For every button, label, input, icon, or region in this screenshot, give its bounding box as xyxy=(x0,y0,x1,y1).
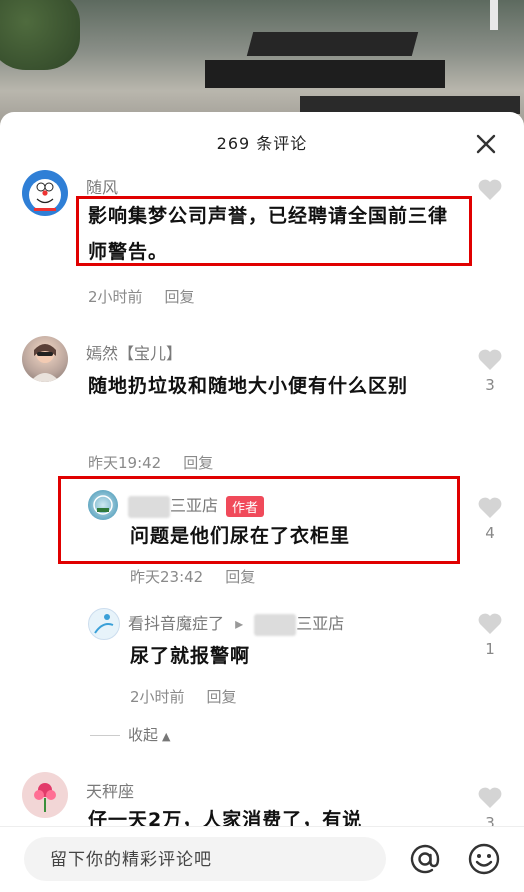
person-avatar-icon xyxy=(30,344,60,382)
reply-meta: 昨天23:42 回复 xyxy=(130,566,255,587)
comment-sheet: 269 条评论 随风 影响集梦公司声誉，已经聘请全国前三律师警告。 2小时前 回复 xyxy=(0,112,524,891)
highlight-box xyxy=(58,476,460,564)
pole-image xyxy=(490,0,498,30)
comment-meta: 昨天19:42 回复 xyxy=(88,452,213,473)
like-button[interactable]: 1 xyxy=(476,612,504,658)
comment-author[interactable]: 嫣然【宝儿】 xyxy=(86,340,182,364)
reply-button[interactable]: 回复 xyxy=(165,288,195,306)
highlight-box xyxy=(76,196,472,266)
comment-input-bar xyxy=(0,826,524,892)
tree-image xyxy=(0,0,80,70)
like-button[interactable] xyxy=(476,178,504,202)
avatar[interactable] xyxy=(22,336,68,382)
reply-meta: 2小时前 回复 xyxy=(130,686,237,707)
reply-button[interactable]: 回复 xyxy=(183,454,213,472)
background-video xyxy=(0,0,524,130)
blurred-name xyxy=(254,613,297,636)
heart-icon xyxy=(478,787,502,808)
like-count: 4 xyxy=(485,524,495,542)
bench-image xyxy=(246,32,419,56)
flower-avatar-icon xyxy=(34,783,56,812)
heart-icon xyxy=(478,179,502,200)
emoji-icon[interactable] xyxy=(466,841,502,877)
heart-icon xyxy=(478,349,502,370)
like-button[interactable]: 3 xyxy=(476,348,504,394)
avatar[interactable] xyxy=(88,608,120,640)
avatar[interactable] xyxy=(22,170,68,216)
reply-arrow-icon: ▸ xyxy=(235,614,244,633)
comment-meta: 2小时前 回复 xyxy=(88,286,195,307)
doraemon-avatar-icon xyxy=(29,179,61,211)
reply-text: 尿了就报警啊 xyxy=(130,645,251,667)
heart-icon xyxy=(478,497,502,518)
avatar[interactable] xyxy=(22,772,68,818)
like-count: 1 xyxy=(485,640,495,658)
bench-image xyxy=(205,60,445,88)
reply-button[interactable]: 回复 xyxy=(225,568,255,586)
like-count: 3 xyxy=(485,376,495,394)
close-icon[interactable] xyxy=(470,128,502,160)
like-button[interactable]: 4 xyxy=(476,496,504,542)
comment-time: 昨天23:42 xyxy=(130,568,204,586)
at-mention-icon[interactable] xyxy=(407,841,443,877)
divider xyxy=(90,735,120,736)
dancer-avatar-icon xyxy=(94,614,114,634)
reply-button[interactable]: 回复 xyxy=(207,688,237,706)
comment-count: 269 条评论 xyxy=(216,134,308,153)
comment-input[interactable] xyxy=(48,837,382,883)
sheet-header: 269 条评论 xyxy=(0,112,524,170)
collapse-replies-button[interactable]: 收起 ▲ xyxy=(90,724,170,745)
comment-author[interactable]: 随风 xyxy=(86,174,118,198)
comment-input-container[interactable] xyxy=(24,837,386,883)
reply-author[interactable]: 看抖音魔症了 ▸ 三亚店 xyxy=(128,610,344,636)
comment-time: 2小时前 xyxy=(130,688,185,706)
chevron-up-icon: ▲ xyxy=(162,730,171,743)
comment-text: 随地扔垃圾和随地大小便有什么区别 xyxy=(88,375,409,397)
comment-author[interactable]: 天秤座 xyxy=(86,778,134,802)
heart-icon xyxy=(478,613,502,634)
comment-time: 2小时前 xyxy=(88,288,143,306)
comment-time: 昨天19:42 xyxy=(88,454,162,472)
